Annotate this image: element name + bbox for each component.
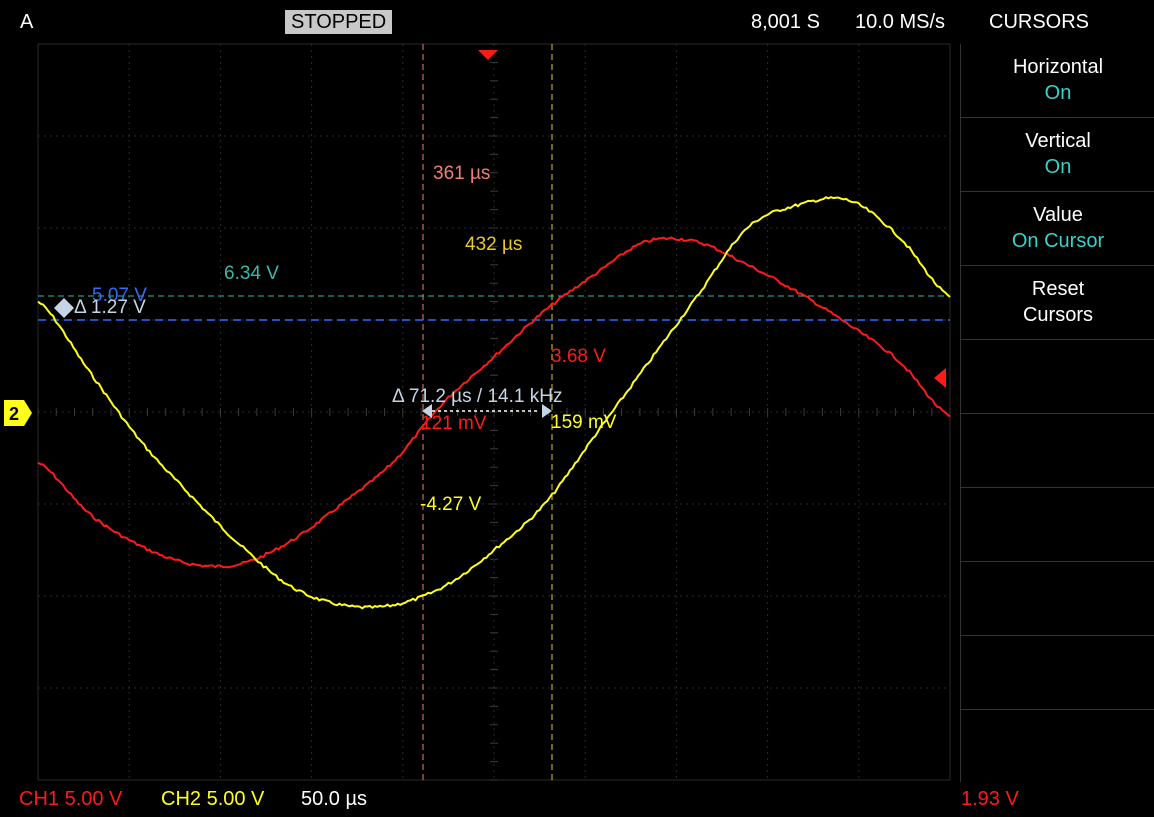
sample-rate: 10.0 MS/s [855,11,946,33]
horizontal-cursor-button[interactable]: Horizontal On [961,44,1154,118]
menu-slot-empty [961,710,1154,782]
waveform-display[interactable] [0,0,960,817]
ch1-scale-readout[interactable]: CH1 5.00 V [19,788,122,811]
menu-item-value: On [1044,156,1072,178]
trigger-source-label: A [20,11,34,33]
trigger-level-readout[interactable]: 1.93 V [961,788,1019,811]
ch1-cursor1-value: 121 mV [421,413,487,434]
ch2-ground-marker[interactable]: 2 [4,400,32,426]
menu-slot-empty [961,340,1154,414]
upper-cursor-voltage: 6.34 V [224,263,279,284]
ch2-cursor1-value: -4.27 V [420,494,482,515]
timebase-readout[interactable]: 50.0 µs [301,788,367,811]
ch1-cursor2-value: 3.68 V [551,346,606,367]
menu-item-label: Reset [1031,278,1085,300]
vertical-cursor-button[interactable]: Vertical On [961,118,1154,192]
trigger-level-marker[interactable] [934,368,946,388]
ch2-scale-readout[interactable]: CH2 5.00 V [161,788,264,811]
sample-count: 8,001 S [751,11,820,33]
reset-cursors-button[interactable]: Reset Cursors [961,266,1154,340]
menu-item-label: Vertical [1025,130,1091,152]
menu-item-value: On Cursor [1011,230,1105,252]
menu-item-value: Cursors [1022,304,1093,326]
cursor1-time-readout: 361 µs [433,163,491,184]
cursor-side-menu: Horizontal On Vertical On Value On Curso… [960,44,1154,782]
menu-slot-empty [961,636,1154,710]
top-status-bar: A STOPPED 8,001 S 10.0 MS/s CURSORS [0,0,1154,44]
menu-item-value: On [1044,82,1072,104]
graticule [37,43,951,781]
menu-item-label: Value [1033,204,1083,226]
voltage-delta-readout: Δ 1.27 V [74,297,146,318]
menu-slot-empty [961,414,1154,488]
ch2-cursor2-value: 159 mV [551,412,617,433]
acquisition-status-badge[interactable]: STOPPED [285,10,393,34]
menu-slot-empty [961,488,1154,562]
trigger-position-marker[interactable] [478,50,498,60]
ch2-marker-label: 2 [9,404,19,424]
menu-slot-empty [961,562,1154,636]
menu-item-label: Horizontal [1012,56,1104,78]
time-delta-readout: Δ 71.2 µs / 14.1 kHz [392,386,563,407]
value-mode-button[interactable]: Value On Cursor [961,192,1154,266]
cursor2-time-readout: 432 µs [465,234,523,255]
menu-title: CURSORS [989,11,1090,33]
vertical-cursor-handle[interactable] [54,298,74,318]
